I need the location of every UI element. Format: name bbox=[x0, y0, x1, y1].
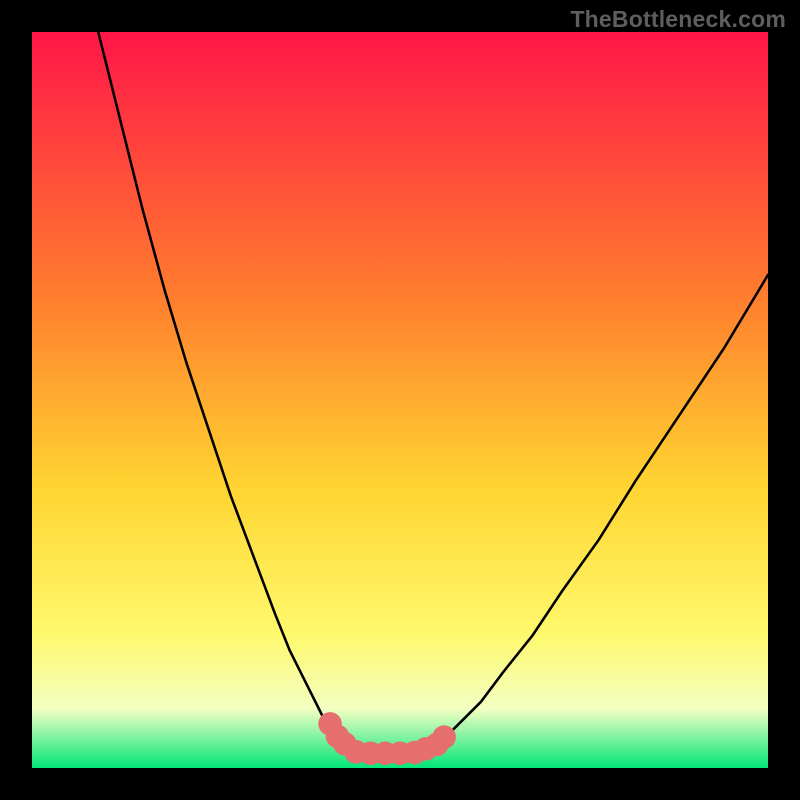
bottleneck-plot bbox=[32, 32, 768, 768]
gradient-background bbox=[32, 32, 768, 768]
watermark-text: TheBottleneck.com bbox=[570, 6, 786, 33]
chart-stage: TheBottleneck.com bbox=[0, 0, 800, 800]
bottleneck-marker bbox=[432, 725, 456, 749]
